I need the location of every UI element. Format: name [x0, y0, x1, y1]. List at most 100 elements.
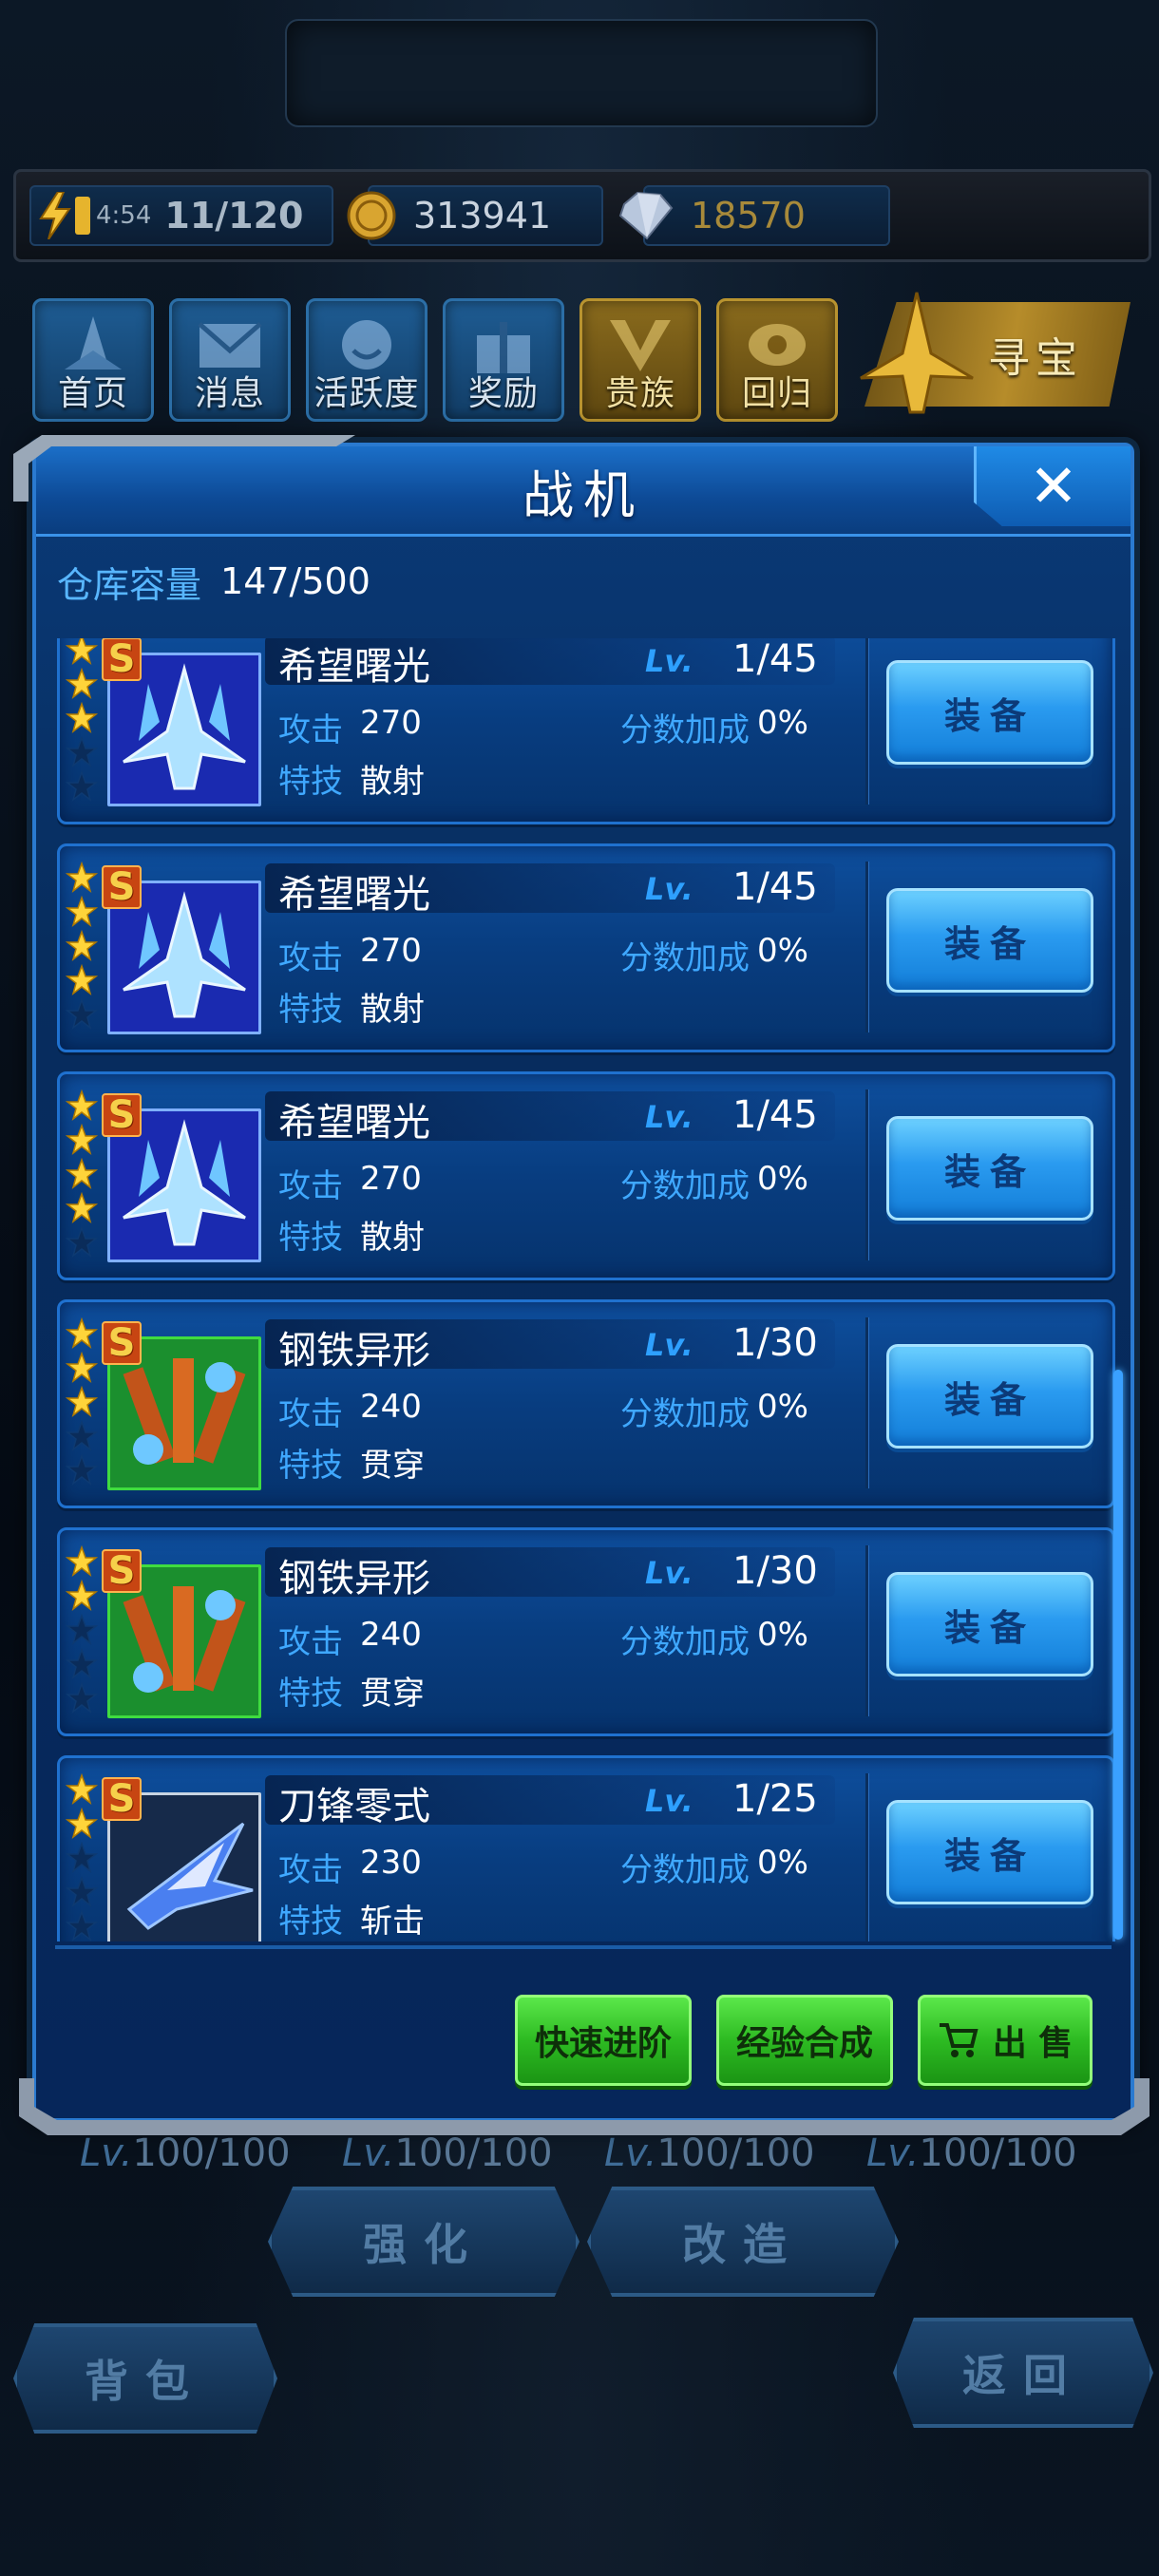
close-button[interactable]: ✕: [974, 446, 1130, 526]
back-button[interactable]: 返回: [893, 2318, 1153, 2428]
bonus-label: 分数加成: [620, 939, 750, 977]
nav-activity-button[interactable]: 活跃度: [306, 298, 428, 422]
bonus-value: 0%: [757, 1616, 808, 1654]
bonus-label: 分数加成: [620, 1851, 750, 1889]
star-icon: [66, 1842, 98, 1873]
backpack-button[interactable]: 背包: [13, 2323, 277, 2434]
slot-level-3: Lv.100/100: [604, 2131, 815, 2175]
gem-counter[interactable]: 18570: [618, 185, 890, 246]
energy-counter[interactable]: 4:54 11/120: [29, 185, 333, 246]
star-rating: [66, 862, 104, 1032]
star-rating: [66, 1089, 104, 1260]
level-value: 1/45: [732, 1093, 818, 1137]
star-icon: [66, 1420, 98, 1451]
nav-messages-button[interactable]: 消息: [169, 298, 291, 422]
rank-s-badge: S: [102, 1549, 142, 1593]
quick-advance-button[interactable]: 快速进阶: [515, 1995, 692, 2086]
nav-rewards-button[interactable]: 奖励: [443, 298, 564, 422]
sell-button[interactable]: 出 售: [918, 1995, 1092, 2086]
equip-button[interactable]: 装备: [886, 1116, 1093, 1221]
exp-merge-label: 经验合成: [735, 2024, 873, 2063]
fighter-name: 希望曙光: [278, 1101, 430, 1145]
bonus-label: 分数加成: [620, 711, 750, 749]
card-divider: [865, 638, 868, 805]
star-icon: [66, 1386, 98, 1417]
fighter-item[interactable]: S 希望曙光 Lv. 1/45 攻击 270 分数加成 0% 特技 散射 装备: [57, 638, 1115, 824]
equip-button[interactable]: 装备: [886, 1572, 1093, 1676]
star-icon: [66, 1454, 98, 1486]
bonus-value: 0%: [757, 1388, 808, 1426]
fighter-item[interactable]: S 钢铁异形 Lv. 1/30 攻击 240 分数加成 0% 特技 贯穿 装备: [57, 1299, 1115, 1508]
equip-button[interactable]: 装备: [886, 888, 1093, 993]
footer-divider: [55, 1945, 1112, 1949]
attack-label: 攻击: [278, 1395, 343, 1433]
slot-level-1: Lv.100/100: [80, 2131, 291, 2175]
bonus-label: 分数加成: [620, 1167, 750, 1205]
equip-button[interactable]: 装备: [886, 1800, 1093, 1904]
list-scrollbar[interactable]: [1113, 1370, 1123, 1940]
bonus-value: 0%: [757, 932, 808, 970]
card-divider: [865, 862, 868, 1032]
fighter-list[interactable]: S 希望曙光 Lv. 1/45 攻击 270 分数加成 0% 特技 散射 装备 S 希望曙光 Lv. 1/4…: [51, 638, 1127, 1941]
skill-label: 特技: [278, 1675, 343, 1713]
equip-button[interactable]: 装备: [886, 660, 1093, 765]
star-icon: [66, 1773, 98, 1805]
attack-label: 攻击: [278, 1851, 343, 1889]
bonus-label: 分数加成: [620, 1395, 750, 1433]
exp-merge-button[interactable]: 经验合成: [716, 1995, 893, 2086]
star-rating: [66, 638, 104, 805]
crystal-gem-icon: [618, 191, 674, 240]
skill-label: 特技: [278, 1903, 343, 1941]
nav-treasure-label: 寻宝: [988, 334, 1083, 383]
equip-label: 装备: [943, 1150, 1036, 1193]
nav-home-button[interactable]: 首页: [32, 298, 154, 422]
skill-value: 散射: [360, 763, 425, 801]
level-label: Lv.: [645, 643, 694, 679]
bonus-value: 0%: [757, 1844, 808, 1882]
rank-s-badge: S: [102, 1093, 142, 1137]
equip-button[interactable]: 装备: [886, 1344, 1093, 1449]
star-icon: [66, 1580, 98, 1611]
attack-label: 攻击: [278, 939, 343, 977]
backpack-label: 背包: [85, 2356, 206, 2407]
fighter-modal: 战机 ✕ 仓库容量 147/500 S 希望曙光 Lv. 1/45 攻击 270 分数加成 0…: [32, 443, 1134, 2122]
star-icon: [66, 1158, 98, 1189]
modal-title: 战机: [522, 464, 644, 525]
star-icon: [66, 862, 98, 893]
level-label: Lv.: [645, 1783, 694, 1819]
energy-bolt-icon: [39, 192, 71, 239]
slot-level-2: Lv.100/100: [342, 2131, 553, 2175]
skill-label: 特技: [278, 1447, 343, 1485]
skill-label: 特技: [278, 991, 343, 1029]
coin-counter[interactable]: 313941: [347, 185, 603, 246]
star-icon: [66, 964, 98, 995]
nav-return-button[interactable]: 回归: [716, 298, 838, 422]
card-divider: [865, 1773, 868, 1941]
fighter-name: 希望曙光: [278, 645, 430, 689]
fighter-item[interactable]: S 希望曙光 Lv. 1/45 攻击 270 分数加成 0% 特技 散射 装备: [57, 1071, 1115, 1280]
bonus-label: 分数加成: [620, 1623, 750, 1661]
rank-s-badge: S: [102, 865, 142, 909]
quick-advance-label: 快速进阶: [534, 2024, 672, 2063]
level-label: Lv.: [645, 1555, 694, 1591]
star-icon: [66, 638, 98, 665]
attack-value: 240: [360, 1616, 422, 1654]
card-divider: [865, 1545, 868, 1716]
energy-bar: [75, 197, 90, 235]
cart-icon: [939, 2023, 978, 2057]
star-icon: [66, 896, 98, 927]
level-value: 1/45: [732, 638, 818, 681]
attack-value: 240: [360, 1388, 422, 1426]
modify-button[interactable]: 改造: [587, 2187, 899, 2297]
skill-value: 贯穿: [360, 1447, 425, 1485]
fighter-item[interactable]: S 希望曙光 Lv. 1/45 攻击 270 分数加成 0% 特技 散射 装备: [57, 843, 1115, 1052]
bonus-value: 0%: [757, 704, 808, 742]
level-value: 1/45: [732, 865, 818, 909]
enhance-button[interactable]: 强化: [268, 2187, 580, 2297]
fighter-item[interactable]: S 刀锋零式 Lv. 1/25 攻击 230 分数加成 0% 特技 斩击 装备: [57, 1755, 1115, 1941]
star-icon: [66, 1876, 98, 1907]
nav-noble-button[interactable]: 贵族: [580, 298, 701, 422]
treasure-jet-icon: [860, 292, 974, 414]
fighter-item[interactable]: S 钢铁异形 Lv. 1/30 攻击 240 分数加成 0% 特技 贯穿 装备: [57, 1527, 1115, 1736]
attack-value: 230: [360, 1844, 422, 1882]
